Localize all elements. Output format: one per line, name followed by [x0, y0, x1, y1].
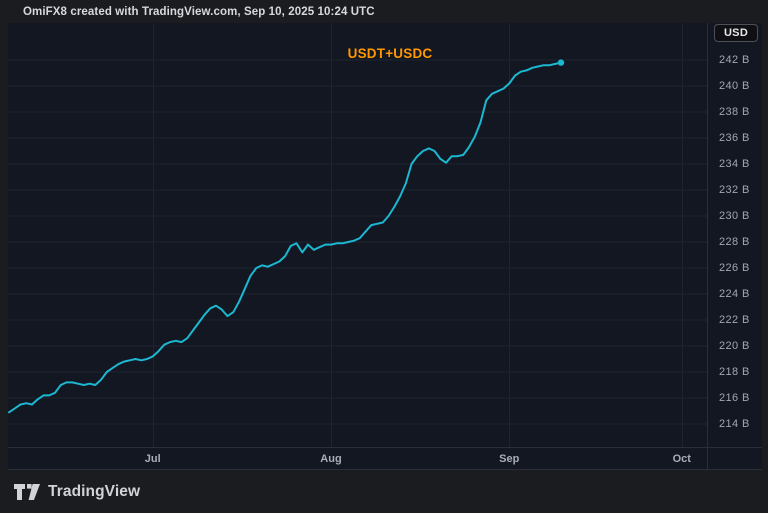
- price-line-chart[interactable]: [8, 23, 707, 447]
- y-axis-label: 232 B: [719, 183, 750, 197]
- screen: OmiFX8 created with TradingView.com, Sep…: [0, 0, 768, 513]
- x-axis-label: Oct: [673, 453, 691, 465]
- footer-bar: TradingView: [0, 470, 768, 513]
- chart-plot-area[interactable]: USDT+USDC: [8, 23, 707, 447]
- y-axis-label: 218 B: [719, 365, 750, 379]
- y-axis-label: 228 B: [719, 235, 750, 249]
- y-axis-label: 226 B: [719, 261, 750, 275]
- y-axis-label: 216 B: [719, 391, 750, 405]
- time-axis[interactable]: Jul Aug Sep Oct: [8, 447, 762, 470]
- tradingview-logo[interactable]: TradingView: [14, 483, 140, 501]
- last-value-marker: [558, 59, 564, 65]
- y-axis-label: 242 B: [719, 53, 750, 67]
- x-axis-label: Aug: [320, 453, 341, 465]
- tradingview-logo-text: TradingView: [48, 483, 140, 501]
- price-axis[interactable]: USD 242 B 240 B 238 B 236 B 234 B 232 B 230 B 2…: [707, 23, 762, 470]
- chart-attribution: OmiFX8 created with TradingView.com, Sep…: [0, 0, 768, 23]
- y-axis-label: 214 B: [719, 417, 750, 431]
- y-axis-label: 236 B: [719, 131, 750, 145]
- series-label: USDT+USDC: [348, 46, 433, 61]
- price-line: [9, 63, 561, 413]
- currency-button[interactable]: USD: [714, 24, 758, 42]
- x-axis-label: Sep: [499, 453, 519, 465]
- chart-widget: USDT+USDC Jul Aug Sep Oct USD 242 B 240 B 238…: [8, 23, 762, 470]
- y-axis-label: 224 B: [719, 287, 750, 301]
- x-axis-label: Jul: [145, 453, 161, 465]
- y-axis-label: 220 B: [719, 339, 750, 353]
- y-axis-label: 230 B: [719, 209, 750, 223]
- y-axis-label: 234 B: [719, 157, 750, 171]
- tradingview-logo-icon: [14, 484, 40, 500]
- y-axis-label: 222 B: [719, 313, 750, 327]
- y-axis-label: 240 B: [719, 79, 750, 93]
- y-axis-label: 238 B: [719, 105, 750, 119]
- chart-attribution-text: OmiFX8 created with TradingView.com, Sep…: [23, 6, 375, 18]
